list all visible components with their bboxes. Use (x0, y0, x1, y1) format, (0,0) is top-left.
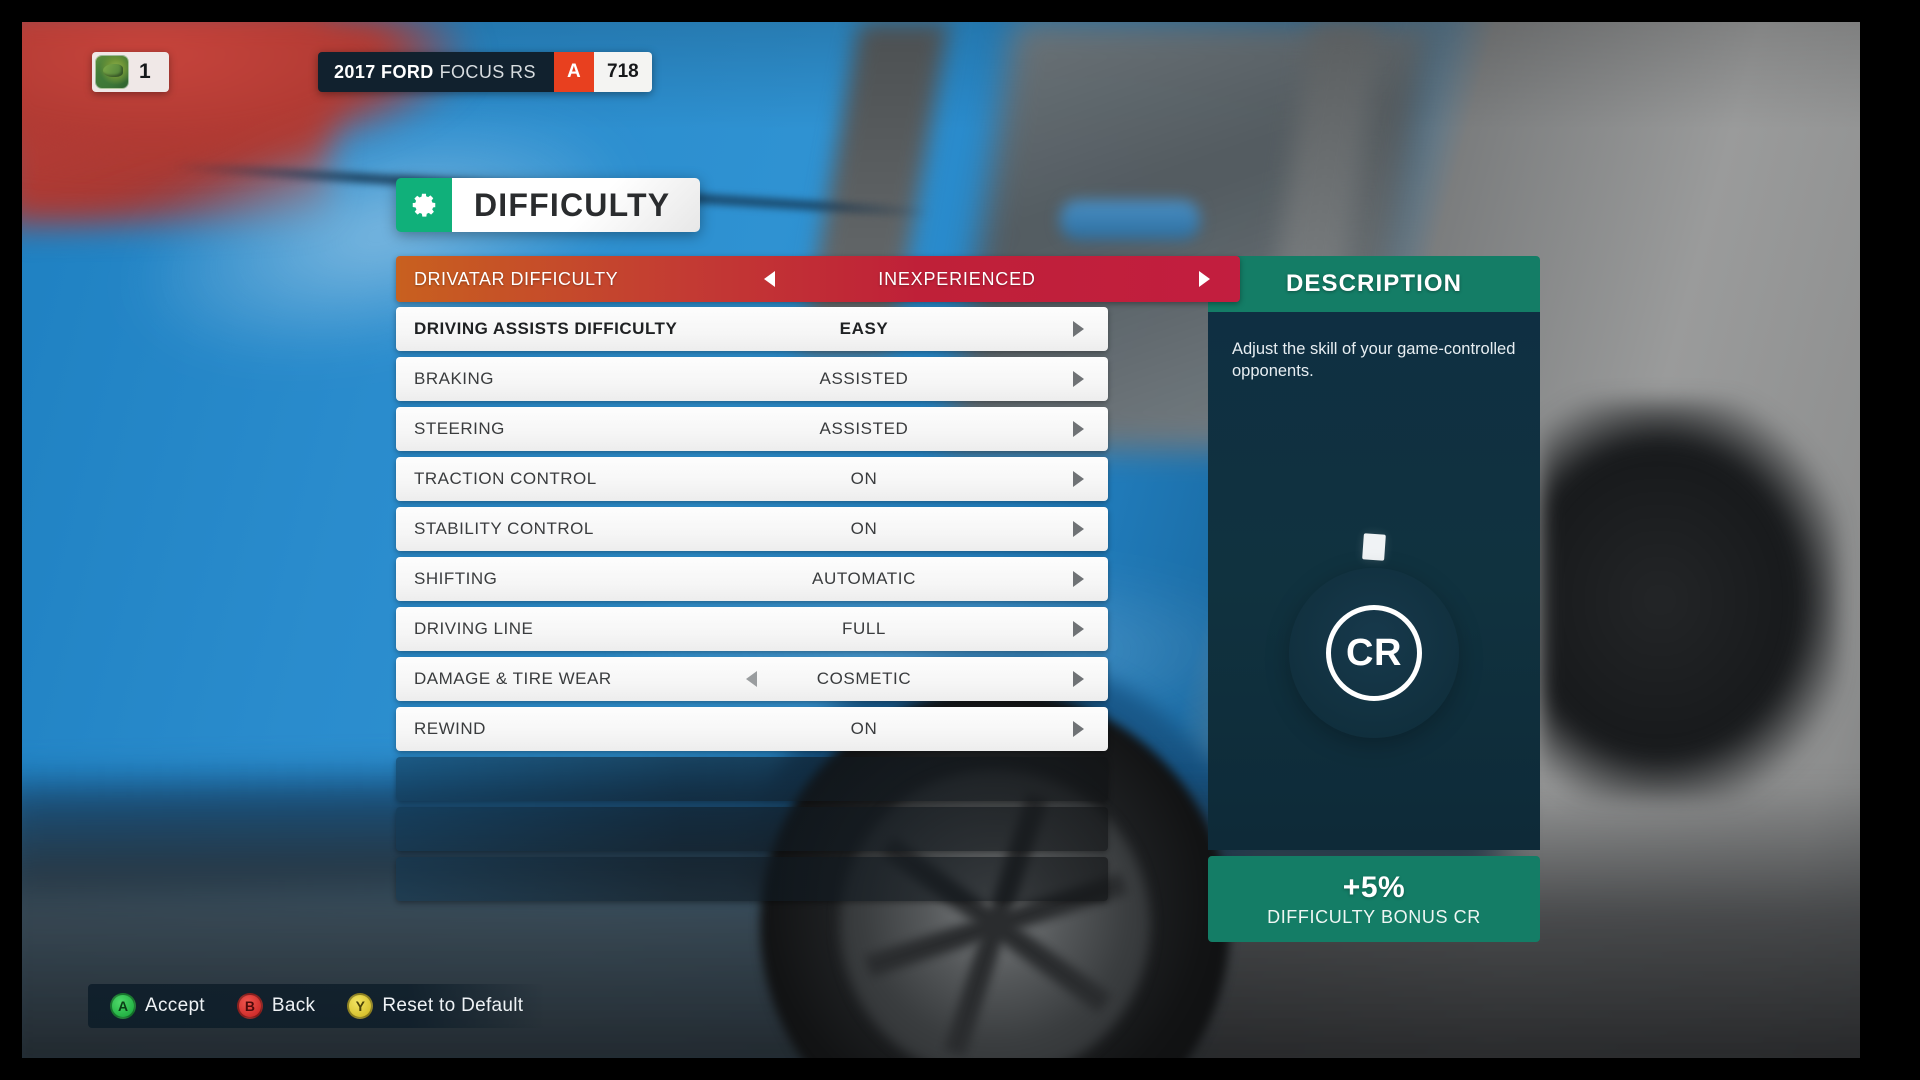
chevron-right-icon[interactable] (1073, 621, 1084, 637)
credits-indicator: CR (1208, 533, 1540, 738)
page-title-text: DIFFICULTY (452, 178, 701, 232)
button-a-icon: A (110, 993, 136, 1019)
chevron-right-icon[interactable] (1073, 321, 1084, 337)
chevron-right-icon[interactable] (1073, 571, 1084, 587)
settings-list: DRIVATAR DIFFICULTY INEXPERIENCED DRIVING … (396, 256, 1240, 907)
player-number: 1 (139, 60, 152, 83)
button-legend: A Accept B Back Y Reset to Default (88, 984, 546, 1028)
letterbox-right (1860, 0, 1920, 1080)
chevron-right-icon[interactable] (1073, 421, 1084, 437)
car-banner: 2017 FORD FOCUS RS A 718 (318, 52, 652, 92)
settings-row-label: STABILITY CONTROL (414, 519, 594, 538)
settings-row-value: EASY (839, 319, 889, 338)
chevron-left-icon[interactable] (764, 271, 775, 287)
settings-row-label: STEERING (414, 419, 505, 438)
gear-icon (396, 178, 452, 232)
settings-row-label: DRIVING LINE (414, 619, 534, 638)
settings-row[interactable]: DRIVING LINE FULL (396, 607, 1108, 651)
settings-row-value: FULL (842, 619, 886, 638)
legend-item-reset-to-default[interactable]: Y Reset to Default (347, 993, 523, 1019)
letterbox-left (0, 0, 22, 1080)
cr-circle-outline: CR (1326, 605, 1422, 701)
settings-row[interactable]: DAMAGE & TIRE WEAR COSMETIC (396, 657, 1108, 701)
settings-row-value: AUTOMATIC (812, 569, 916, 588)
settings-row-value: ASSISTED (819, 419, 909, 438)
car-pi-value: 718 (593, 52, 652, 92)
cr-credits-icon: CR (1289, 568, 1459, 738)
settings-row[interactable]: DRIVATAR DIFFICULTY INEXPERIENCED (396, 256, 1240, 302)
chevron-right-icon[interactable] (1073, 471, 1084, 487)
description-body: Adjust the skill of your game-controlled… (1208, 312, 1540, 850)
car-class-badge: A (553, 52, 594, 92)
settings-row-value: ASSISTED (819, 369, 909, 388)
settings-row[interactable]: REWIND ON (396, 707, 1108, 751)
game-screen: 1 2017 FORD FOCUS RS A 718 DIFFICULTY DRI… (0, 0, 1920, 1080)
settings-row-label: BRAKING (414, 369, 495, 388)
car-model: FOCUS RS (439, 61, 536, 82)
settings-row-value: INEXPERIENCED (878, 268, 1036, 289)
bonus-percent: +5% (1342, 870, 1406, 904)
settings-row-label: DRIVING ASSISTS DIFFICULTY (414, 319, 678, 338)
button-b-icon: B (236, 993, 263, 1019)
chevron-right-icon[interactable] (1073, 721, 1084, 737)
page-title: DIFFICULTY (396, 178, 701, 232)
chameleon-avatar-icon (95, 55, 129, 89)
difficulty-bonus-footer: +5% DIFFICULTY BONUS CR (1208, 856, 1540, 942)
settings-row-empty (396, 807, 1108, 851)
chevron-right-icon[interactable] (1199, 271, 1210, 287)
settings-row-empty (396, 757, 1108, 801)
legend-item-back[interactable]: B Back (236, 993, 316, 1019)
car-name: 2017 FORD FOCUS RS (318, 52, 554, 92)
letterbox-bottom (0, 1058, 1920, 1080)
settings-row-value: ON (850, 469, 878, 488)
settings-row-label: DAMAGE & TIRE WEAR (414, 669, 612, 688)
description-heading: DESCRIPTION (1285, 270, 1463, 297)
settings-row-value: COSMETIC (816, 669, 912, 688)
settings-row[interactable]: DRIVING ASSISTS DIFFICULTY EASY (396, 307, 1108, 351)
settings-row[interactable]: BRAKING ASSISTED (396, 357, 1108, 401)
settings-row[interactable]: STABILITY CONTROL ON (396, 507, 1108, 551)
letterbox-top (0, 0, 1920, 22)
cr-label: CR (1346, 631, 1402, 674)
settings-row[interactable]: TRACTION CONTROL ON (396, 457, 1108, 501)
gauge-tick-icon (1362, 533, 1386, 561)
settings-row-value: ON (850, 719, 878, 738)
settings-row-label: SHIFTING (414, 569, 498, 588)
settings-row-empty (396, 857, 1108, 901)
description-text: Adjust the skill of your game-controlled… (1232, 340, 1516, 381)
description-panel: DESCRIPTION Adjust the skill of your gam… (1208, 256, 1540, 942)
settings-row-value: ON (850, 519, 878, 538)
chevron-right-icon[interactable] (1073, 521, 1084, 537)
legend-label: Reset to Default (382, 995, 524, 1016)
description-header: DESCRIPTION (1208, 256, 1540, 312)
chevron-right-icon[interactable] (1073, 371, 1084, 387)
settings-row-label: DRIVATAR DIFFICULTY (414, 268, 619, 289)
chevron-right-icon[interactable] (1073, 671, 1084, 687)
button-y-icon: Y (347, 993, 374, 1019)
settings-row-label: TRACTION CONTROL (414, 469, 597, 488)
legend-item-accept[interactable]: A Accept (110, 993, 205, 1019)
settings-row[interactable]: STEERING ASSISTED (396, 407, 1108, 451)
car-year-make: 2017 FORD (334, 61, 434, 82)
bonus-label: DIFFICULTY BONUS CR (1267, 906, 1481, 927)
legend-label: Back (271, 995, 316, 1016)
settings-row[interactable]: SHIFTING AUTOMATIC (396, 557, 1108, 601)
player-badge: 1 (92, 52, 170, 92)
settings-row-label: REWIND (414, 719, 486, 738)
legend-label: Accept (145, 995, 205, 1016)
